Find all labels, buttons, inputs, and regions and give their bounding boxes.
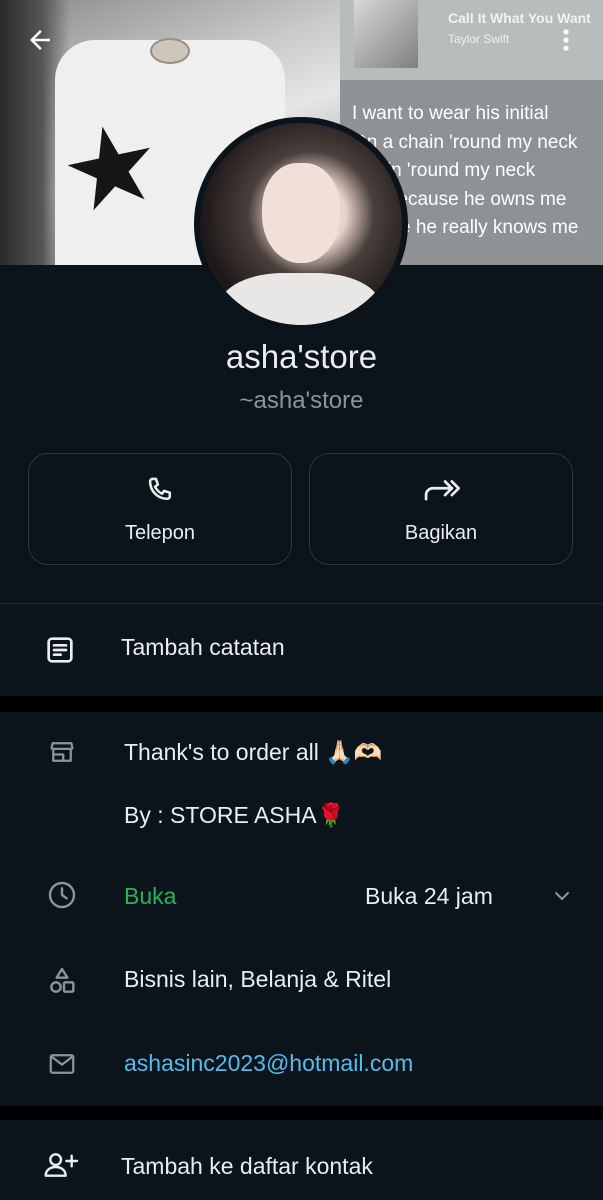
profile-name: asha'store bbox=[225, 338, 378, 375]
business-email-link[interactable]: ashasinc2023@hotmail.com bbox=[124, 1050, 413, 1077]
avatar-shirt bbox=[220, 273, 380, 325]
avatar-photo bbox=[200, 123, 402, 325]
business-description-line1: Thank's to order all 🙏🏻🫶🏻 bbox=[124, 739, 383, 765]
business-email-row[interactable]: ashasinc2023@hotmail.com bbox=[0, 1022, 603, 1106]
add-contact-label: Tambah ke daftar kontak bbox=[121, 1153, 373, 1179]
song-artist: Taylor Swift bbox=[448, 32, 510, 46]
mail-icon bbox=[44, 1047, 80, 1081]
share-forward-icon bbox=[424, 479, 460, 500]
hours-status: Buka bbox=[124, 883, 177, 909]
business-hours-row[interactable]: Buka Buka 24 jam bbox=[0, 852, 603, 938]
section-separator bbox=[0, 1106, 603, 1120]
business-category-row: Bisnis lain, Belanja & Ritel bbox=[0, 938, 603, 1022]
lyric-line: I want to wear his initial bbox=[352, 103, 549, 124]
profile-avatar[interactable] bbox=[194, 117, 408, 331]
call-button[interactable]: Telepon bbox=[28, 453, 292, 565]
business-description-row: Thank's to order all 🙏🏻🫶🏻 By : STORE ASH… bbox=[0, 712, 603, 852]
add-note-label: Tambah catatan bbox=[121, 634, 285, 660]
add-person-icon bbox=[40, 1148, 82, 1182]
back-button[interactable] bbox=[18, 20, 62, 60]
profile-username: ~asha'store bbox=[239, 387, 364, 414]
note-icon bbox=[40, 632, 80, 668]
add-contact-row[interactable]: Tambah ke daftar kontak bbox=[0, 1120, 603, 1200]
section-separator bbox=[0, 696, 603, 712]
business-category: Bisnis lain, Belanja & Ritel bbox=[124, 966, 392, 992]
album-art bbox=[354, 0, 418, 68]
more-options-button[interactable] bbox=[548, 20, 584, 60]
star-graphic: ★ bbox=[50, 97, 173, 239]
category-shapes-icon bbox=[44, 963, 80, 999]
lyric-line: On a chain 'round my neck bbox=[352, 131, 578, 153]
chevron-down-icon[interactable] bbox=[548, 882, 576, 910]
share-button[interactable]: Bagikan bbox=[309, 453, 573, 565]
avatar-face bbox=[262, 163, 340, 263]
share-label: Bagikan bbox=[404, 521, 478, 544]
store-icon bbox=[44, 736, 80, 768]
phone-icon bbox=[148, 477, 172, 500]
hours-detail: Buka 24 jam bbox=[365, 883, 493, 909]
clock-icon bbox=[44, 877, 80, 913]
more-vertical-icon bbox=[563, 29, 569, 51]
call-label: Telepon bbox=[124, 521, 196, 544]
business-description-line2: By : STORE ASHA🌹 bbox=[124, 802, 346, 828]
add-note-row[interactable]: Tambah catatan bbox=[0, 604, 603, 696]
arrow-left-icon bbox=[30, 30, 50, 50]
cover-necklace bbox=[150, 38, 190, 64]
